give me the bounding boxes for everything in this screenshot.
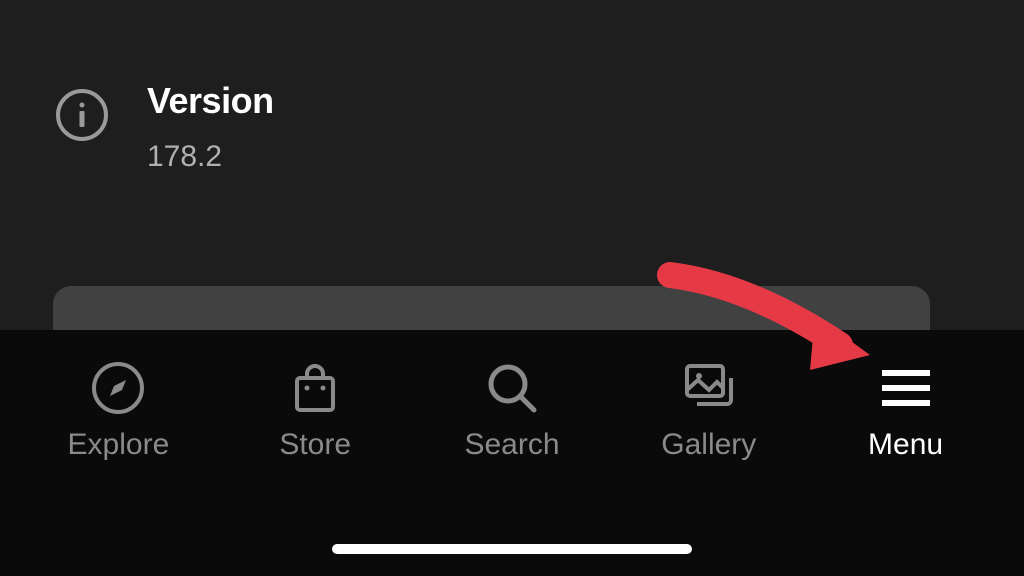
version-info: Version 178.2 — [147, 80, 274, 174]
nav-store[interactable]: Store — [225, 360, 405, 462]
gallery-icon — [681, 360, 737, 416]
compass-icon — [90, 360, 146, 416]
nav-search[interactable]: Search — [422, 360, 602, 462]
bottom-nav: Explore Store Search — [0, 330, 1024, 576]
nav-label: Search — [464, 428, 559, 462]
version-row: Version 178.2 — [55, 80, 1024, 174]
nav-label: Gallery — [661, 428, 756, 462]
info-icon — [55, 88, 109, 142]
hamburger-icon — [878, 360, 934, 416]
nav-label: Menu — [868, 428, 943, 462]
shopping-bag-icon — [287, 360, 343, 416]
home-indicator[interactable] — [332, 544, 692, 554]
version-number: 178.2 — [147, 140, 274, 174]
nav-explore[interactable]: Explore — [28, 360, 208, 462]
nav-gallery[interactable]: Gallery — [619, 360, 799, 462]
nav-menu[interactable]: Menu — [816, 360, 996, 462]
version-label: Version — [147, 80, 274, 122]
content-panel-top — [53, 286, 930, 330]
search-icon — [484, 360, 540, 416]
nav-label: Explore — [68, 428, 170, 462]
content-area: Version 178.2 — [0, 0, 1024, 330]
nav-label: Store — [279, 428, 351, 462]
